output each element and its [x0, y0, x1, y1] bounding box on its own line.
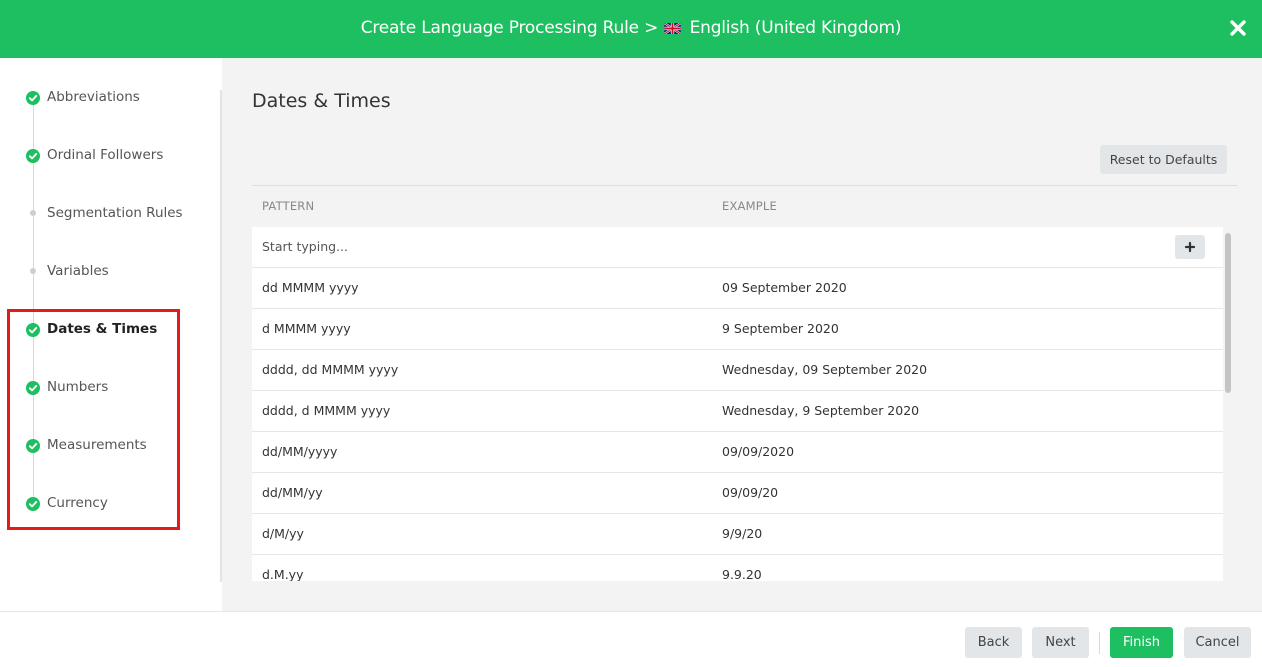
add-pattern-button[interactable]: [1175, 235, 1205, 259]
pattern-cell: dd MMMM yyyy: [262, 280, 359, 295]
scrollbar-thumb[interactable]: [1225, 233, 1231, 393]
pattern-cell: dddd, dd MMMM yyyy: [262, 362, 399, 377]
plus-icon: [1184, 241, 1196, 253]
column-header-pattern: PATTERN: [262, 199, 315, 213]
example-cell: 09/09/20: [722, 485, 779, 500]
example-cell: Wednesday, 09 September 2020: [722, 362, 928, 377]
page-title: Dates & Times: [252, 90, 391, 112]
step-label: Abbreviations: [47, 89, 140, 105]
example-cell: 09 September 2020: [722, 280, 847, 295]
step-variables[interactable]: Variables: [26, 261, 109, 281]
cancel-button[interactable]: Cancel: [1184, 627, 1251, 658]
table-row[interactable]: dd/MM/yy 09/09/20: [252, 473, 1223, 514]
check-circle-icon: [26, 90, 40, 105]
example-cell: 9 September 2020: [722, 321, 839, 336]
pattern-cell: d MMMM yyyy: [262, 321, 351, 336]
dialog-title-text: Create Language Processing Rule >: [360, 18, 659, 38]
pending-dot-icon: [30, 268, 36, 274]
footer-separator: [1099, 632, 1100, 654]
main-content: Dates & Times Reset to Defaults PATTERN …: [222, 58, 1262, 611]
dialog-footer: Back Next Finish Cancel: [0, 611, 1262, 667]
wizard-steps-sidebar: Abbreviations Ordinal Followers Segmenta…: [0, 58, 222, 611]
pattern-cell: dddd, d MMMM yyyy: [262, 403, 391, 418]
step-ordinal-followers[interactable]: Ordinal Followers: [26, 145, 163, 165]
reset-to-defaults-button[interactable]: Reset to Defaults: [1100, 145, 1227, 174]
pending-dot-icon: [30, 210, 36, 216]
column-header-example: EXAMPLE: [722, 199, 777, 213]
table-row[interactable]: dd/MM/yyyy 09/09/2020: [252, 432, 1223, 473]
step-label: Segmentation Rules: [47, 205, 183, 221]
step-abbreviations[interactable]: Abbreviations: [26, 87, 140, 107]
next-button[interactable]: Next: [1032, 627, 1089, 658]
table-row[interactable]: dd MMMM yyyy 09 September 2020: [252, 268, 1223, 309]
table-row[interactable]: dddd, d MMMM yyyy Wednesday, 9 September…: [252, 391, 1223, 432]
close-icon[interactable]: [1226, 16, 1250, 40]
uk-flag-icon: [663, 19, 682, 35]
pattern-cell: d.M.yy: [262, 567, 304, 581]
table-row[interactable]: d/M/yy 9/9/20: [252, 514, 1223, 555]
table-scrollbar[interactable]: [1223, 227, 1237, 581]
patterns-table: PATTERN EXAMPLE Start typing... dd MMMM …: [252, 185, 1237, 581]
step-label: Ordinal Followers: [47, 147, 164, 163]
annotation-highlight-box: [7, 309, 180, 530]
example-cell: Wednesday, 9 September 2020: [722, 403, 920, 418]
table-row[interactable]: d MMMM yyyy 9 September 2020: [252, 309, 1223, 350]
table-row[interactable]: dddd, dd MMMM yyyy Wednesday, 09 Septemb…: [252, 350, 1223, 391]
example-cell: 9.9.20: [722, 567, 762, 581]
new-pattern-input[interactable]: Start typing...: [262, 239, 348, 254]
back-button[interactable]: Back: [965, 627, 1022, 658]
dialog-title: Create Language Processing Rule > Englis…: [0, 18, 1262, 38]
dialog-header: Create Language Processing Rule > Englis…: [0, 0, 1262, 58]
check-circle-icon: [26, 148, 40, 163]
new-pattern-row: Start typing...: [252, 227, 1223, 268]
step-segmentation-rules[interactable]: Segmentation Rules: [26, 203, 183, 223]
table-row[interactable]: d.M.yy 9.9.20: [252, 555, 1223, 581]
language-name: English (United Kingdom): [689, 18, 902, 38]
finish-button[interactable]: Finish: [1110, 627, 1173, 658]
pattern-cell: d/M/yy: [262, 526, 304, 541]
pattern-cell: dd/MM/yy: [262, 485, 323, 500]
pattern-cell: dd/MM/yyyy: [262, 444, 338, 459]
table-body: Start typing... dd MMMM yyyy 09 Septembe…: [252, 227, 1223, 581]
example-cell: 9/9/20: [722, 526, 763, 541]
step-label: Variables: [47, 263, 109, 279]
example-cell: 09/09/2020: [722, 444, 795, 459]
table-header: PATTERN EXAMPLE: [252, 185, 1237, 228]
